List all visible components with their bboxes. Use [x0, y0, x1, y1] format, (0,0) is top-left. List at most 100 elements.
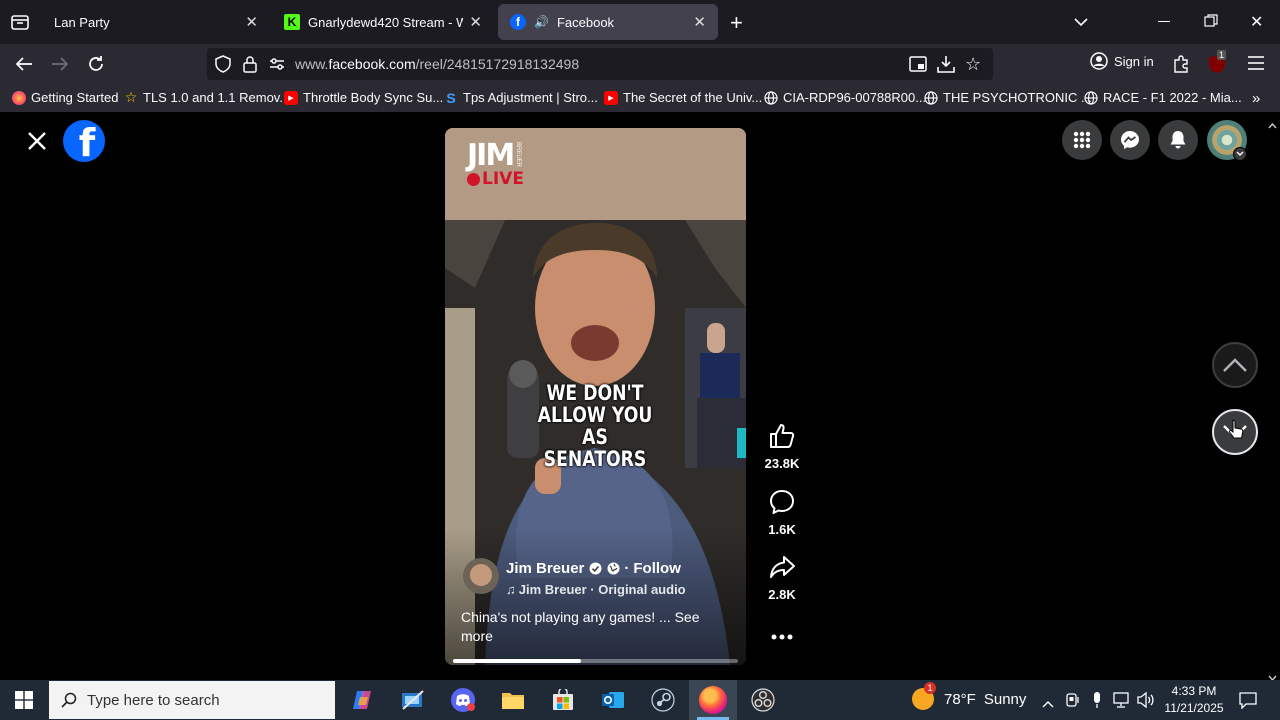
- reel-video[interactable]: JIM BREUER LIVE WE DON'T ALLOW YOU AS SE…: [445, 128, 746, 665]
- bookmark-getting-started[interactable]: Getting Started: [12, 90, 118, 105]
- close-reel-icon[interactable]: [24, 128, 50, 154]
- chevron-up-icon: [1223, 358, 1247, 372]
- close-tab-icon[interactable]: ✕: [693, 13, 706, 31]
- author-avatar[interactable]: [463, 558, 499, 594]
- tab-facebook[interactable]: f 🔊 Facebook ✕: [498, 4, 718, 40]
- previous-reel-button[interactable]: [1212, 342, 1258, 388]
- share-button[interactable]: 2.8K: [762, 553, 802, 602]
- globe-icon: [607, 562, 620, 575]
- bookmark-star-icon[interactable]: ☆: [965, 54, 981, 75]
- firefox-taskbar-button[interactable]: [689, 680, 737, 720]
- picture-in-picture-icon[interactable]: [909, 56, 927, 77]
- comment-bubble-icon: [770, 490, 794, 514]
- bookmark-tls[interactable]: ☆ TLS 1.0 and 1.1 Remov...: [124, 89, 290, 105]
- bookmark-race-f1[interactable]: RACE - F1 2022 - Mia...: [1084, 90, 1242, 105]
- weather-widget[interactable]: 1 78°F Sunny: [912, 682, 1026, 710]
- volume-icon[interactable]: [1137, 691, 1155, 713]
- bookmark-psychotronic[interactable]: THE PSYCHOTRONIC ...: [924, 90, 1092, 105]
- download-icon[interactable]: [937, 55, 955, 78]
- share-arrow-icon: [770, 556, 795, 578]
- file-explorer-icon[interactable]: [499, 686, 527, 714]
- bookmark-throttle-body[interactable]: ▶ Throttle Body Sync Su...: [284, 90, 443, 105]
- page-scrollbar[interactable]: [1265, 112, 1280, 682]
- bookmark-tps-adjustment[interactable]: S Tps Adjustment | Stro...: [444, 90, 598, 106]
- more-bookmarks-chevron-icon[interactable]: »: [1252, 90, 1260, 107]
- back-arrow-icon[interactable]: [14, 54, 34, 79]
- tab-gnarlydewd-stream[interactable]: K Gnarlydewd420 Stream - Watch ✕: [272, 4, 494, 40]
- close-window-button[interactable]: ✕: [1250, 12, 1263, 32]
- kick-icon: K: [284, 14, 300, 30]
- forward-arrow-icon[interactable]: [50, 54, 70, 79]
- tab-lan-party[interactable]: Lan Party ✕: [42, 4, 270, 40]
- obs-studio-icon[interactable]: [749, 686, 777, 714]
- globe-icon: [764, 90, 778, 105]
- account-chevron-icon[interactable]: [1233, 147, 1247, 161]
- notifications-button[interactable]: [1158, 120, 1198, 160]
- bookmark-secret-universe[interactable]: ▶ The Secret of the Univ...: [604, 90, 762, 105]
- messenger-button[interactable]: [1110, 120, 1150, 160]
- browser-tab-strip: Lan Party ✕ K Gnarlydewd420 Stream - Wat…: [0, 0, 1280, 44]
- author-name[interactable]: Jim Breuer: [506, 560, 584, 577]
- audio-row[interactable]: ♫ Jim Breuer · Original audio: [506, 582, 686, 597]
- bookmark-label: The Secret of the Univ...: [623, 90, 763, 105]
- share-count: 2.8K: [768, 587, 796, 602]
- verified-badge-icon: [589, 562, 602, 575]
- meet-now-icon[interactable]: [1066, 692, 1080, 713]
- tab-title: Facebook: [556, 14, 615, 30]
- microsoft-store-icon[interactable]: [549, 686, 577, 714]
- app-menu-icon[interactable]: [1248, 56, 1264, 75]
- tab-list-icon[interactable]: [10, 12, 30, 32]
- shield-icon[interactable]: [215, 55, 231, 78]
- follow-button[interactable]: Follow: [633, 560, 681, 577]
- microphone-icon[interactable]: [1092, 691, 1102, 714]
- minimize-button[interactable]: [1158, 21, 1170, 22]
- network-icon[interactable]: [1112, 692, 1130, 713]
- live-dot-icon: [467, 172, 480, 186]
- logo-breuer-text: BREUER: [515, 142, 522, 168]
- globe-icon: [1084, 90, 1098, 105]
- show-hidden-icons-chevron-icon[interactable]: [1042, 695, 1054, 713]
- steam-icon[interactable]: [649, 686, 677, 714]
- permissions-icon[interactable]: [269, 57, 285, 76]
- notification-center-icon[interactable]: [1239, 691, 1257, 714]
- url-domain: facebook.com: [328, 56, 416, 72]
- bookmark-cia-rdp[interactable]: CIA-RDP96-00788R00...: [764, 90, 926, 105]
- url-text[interactable]: www.facebook.com/reel/24815172918132498: [295, 56, 579, 72]
- list-all-tabs-icon[interactable]: [1074, 14, 1088, 32]
- outlook-icon[interactable]: [599, 686, 627, 714]
- reload-icon[interactable]: [86, 54, 106, 79]
- caption-line: WE DON'T: [546, 381, 644, 405]
- account-icon: [1090, 52, 1108, 70]
- firefox-icon: [699, 686, 727, 714]
- sign-in-button[interactable]: Sign in: [1090, 52, 1154, 70]
- speaker-icon[interactable]: 🔊: [534, 15, 549, 29]
- video-progress-track[interactable]: [453, 659, 738, 663]
- ublock-extension-icon[interactable]: 1: [1208, 50, 1227, 74]
- navigation-toolbar: www.facebook.com/reel/24815172918132498 …: [0, 44, 1280, 84]
- lock-icon[interactable]: [243, 55, 257, 78]
- logo-live-text: LIVE: [482, 169, 524, 189]
- clock-date: 11/21/2025: [1164, 701, 1224, 715]
- new-tab-button[interactable]: +: [730, 10, 743, 36]
- globe-icon: [924, 90, 938, 105]
- discord-icon[interactable]: [449, 686, 477, 714]
- clock[interactable]: 4:33 PM 11/21/2025: [1160, 683, 1228, 717]
- bookmark-label: CIA-RDP96-00788R00...: [783, 90, 927, 105]
- comment-button[interactable]: 1.6K: [762, 488, 802, 537]
- close-tab-icon[interactable]: ✕: [245, 13, 258, 31]
- start-windows-icon[interactable]: [15, 691, 33, 714]
- more-options-icon[interactable]: [770, 628, 794, 640]
- restore-button[interactable]: [1204, 14, 1218, 33]
- close-tab-icon[interactable]: ✕: [469, 13, 482, 31]
- like-count: 23.8K: [764, 456, 800, 471]
- facebook-logo-icon[interactable]: f: [63, 120, 105, 162]
- snipping-tool-icon[interactable]: [399, 686, 427, 714]
- like-button[interactable]: 23.8K: [762, 422, 802, 471]
- url-bar[interactable]: www.facebook.com/reel/24815172918132498 …: [207, 48, 993, 80]
- menu-grid-button[interactable]: [1062, 120, 1102, 160]
- extensions-icon[interactable]: [1172, 54, 1190, 79]
- scroll-up-arrow-icon[interactable]: [1268, 116, 1277, 134]
- taskbar-search-box[interactable]: Type here to search: [49, 681, 335, 719]
- grid-icon: [1073, 131, 1091, 149]
- copilot-icon[interactable]: [349, 686, 377, 714]
